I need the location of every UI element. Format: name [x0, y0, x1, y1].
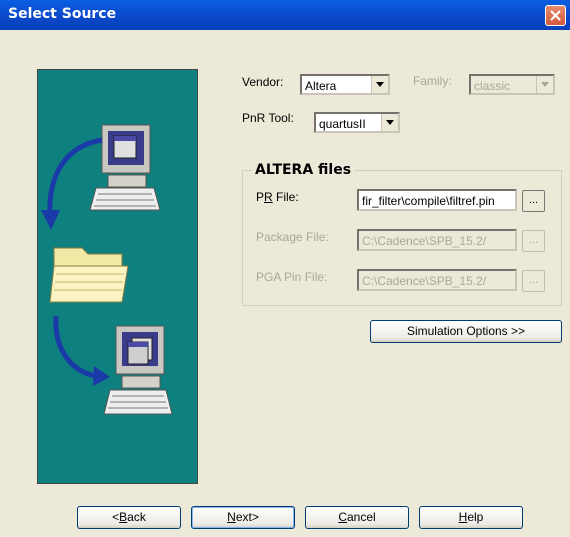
- family-select[interactable]: classic: [469, 74, 555, 95]
- vendor-dropdown-button[interactable]: [371, 76, 388, 93]
- package-file-label: Package File:: [256, 230, 329, 244]
- package-file-value: C:\Cadence\SPB_15.2/: [362, 234, 487, 248]
- vendor-label: Vendor:: [242, 75, 284, 89]
- altera-files-title: ALTERA files: [252, 162, 355, 178]
- chevron-down-icon: [376, 82, 384, 87]
- pnr-tool-dropdown-button[interactable]: [381, 114, 398, 131]
- pga-pin-file-input[interactable]: C:\Cadence\SPB_15.2/: [357, 269, 517, 291]
- window-title: Select Source: [8, 6, 117, 22]
- pga-pin-file-label: PGA Pin File:: [256, 270, 328, 284]
- back-button[interactable]: <Back: [77, 506, 181, 529]
- pga-pin-file-browse-button[interactable]: ...: [522, 270, 545, 292]
- next-button[interactable]: Next>: [191, 506, 295, 529]
- close-icon: [550, 10, 561, 21]
- pr-file-value: fir_filter\compile\filtref.pin: [362, 194, 495, 208]
- help-button[interactable]: Help: [419, 506, 523, 529]
- vendor-value: Altera: [305, 79, 337, 93]
- family-value: classic: [474, 79, 511, 93]
- title-bar: Select Source: [0, 0, 570, 30]
- pr-file-input[interactable]: fir_filter\compile\filtref.pin: [357, 189, 517, 211]
- pr-file-label: PR File:: [256, 190, 299, 204]
- pnr-tool-value: quartusII: [319, 117, 366, 131]
- pnr-tool-label: PnR Tool:: [242, 111, 294, 125]
- family-label: Family:: [413, 74, 452, 88]
- pnr-tool-select[interactable]: quartusII: [314, 112, 400, 133]
- chevron-down-icon: [386, 120, 394, 125]
- close-button[interactable]: [545, 5, 566, 26]
- computer-icon: [103, 325, 173, 415]
- chevron-down-icon: [541, 82, 549, 87]
- package-file-browse-button[interactable]: ...: [522, 230, 545, 252]
- family-dropdown-button[interactable]: [536, 76, 553, 93]
- simulation-options-button[interactable]: Simulation Options >>: [370, 320, 562, 343]
- folder-icon: [49, 247, 129, 303]
- package-file-input[interactable]: C:\Cadence\SPB_15.2/: [357, 229, 517, 251]
- wizard-graphic: [37, 69, 198, 484]
- vendor-select[interactable]: Altera: [300, 74, 390, 95]
- pga-pin-file-value: C:\Cadence\SPB_15.2/: [362, 274, 487, 288]
- cancel-button[interactable]: Cancel: [305, 506, 409, 529]
- pr-file-browse-button[interactable]: ...: [522, 190, 545, 212]
